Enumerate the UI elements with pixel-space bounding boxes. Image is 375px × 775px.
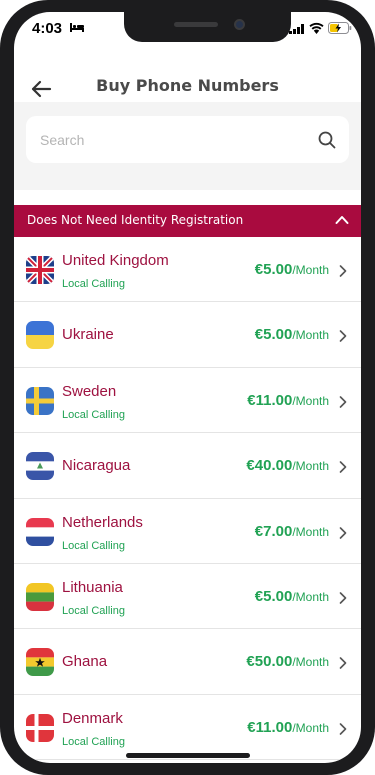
home-indicator[interactable]: [126, 753, 250, 758]
phone-frame: 4:03 Buy Phone Numbers Search Does Not N…: [0, 0, 375, 775]
chevron-up-icon[interactable]: [335, 214, 349, 226]
country-name: Ghana: [62, 653, 108, 671]
calling-type-label: Local Calling: [62, 539, 125, 552]
speaker-grille: [174, 22, 218, 27]
ghana-flag-icon: [26, 648, 54, 677]
price-amount: €50.00: [246, 653, 293, 671]
chevron-right-icon: [339, 461, 347, 473]
denmark-flag-icon: [26, 713, 54, 742]
country-row-sweden[interactable]: Sweden Local Calling €11.00/Month: [14, 368, 361, 434]
wifi-icon: [309, 22, 324, 34]
country-row-denmark[interactable]: Denmark Local Calling €11.00/Month: [14, 695, 361, 761]
country-name: Sweden: [62, 382, 117, 400]
price-unit: /Month: [292, 655, 329, 670]
price-label: €11.00/Month: [247, 392, 329, 410]
price-label: €5.00/Month: [255, 326, 329, 344]
price-amount: €5.00: [254, 326, 293, 344]
country-row-netherlands[interactable]: Netherlands Local Calling €7.00/Month: [14, 499, 361, 564]
search-icon[interactable]: [318, 131, 336, 149]
country-row-ukraine[interactable]: Ukraine €5.00/Month: [14, 302, 361, 368]
price-unit: /Month: [292, 459, 329, 474]
chevron-right-icon: [339, 526, 347, 539]
cellular-signal-icon: [289, 24, 304, 34]
country-name: Lithuania: [62, 578, 123, 596]
calling-type-label: Local Calling: [62, 735, 125, 748]
price-amount: €11.00: [247, 718, 293, 736]
price-label: €5.00/Month: [255, 588, 329, 606]
chevron-right-icon: [339, 592, 347, 604]
price-unit: /Month: [292, 720, 329, 735]
chevron-right-icon: [339, 657, 347, 670]
country-row-lithuania[interactable]: Lithuania Local Calling €5.00/Month: [14, 564, 361, 630]
netherlands-flag-icon: [26, 517, 54, 546]
chevron-right-icon: [339, 330, 347, 343]
notch: [124, 12, 291, 42]
ukraine-flag-icon: [26, 321, 54, 350]
lithuania-flag-icon: [26, 582, 54, 611]
uk-flag-icon: [26, 256, 54, 284]
price-label: €40.00/Month: [246, 457, 329, 475]
price-unit: /Month: [292, 328, 329, 343]
sleep-mode-icon: [70, 23, 84, 32]
chevron-right-icon: [339, 265, 347, 277]
battery-charging-icon: [328, 22, 352, 34]
price-amount: €5.00: [254, 261, 293, 278]
country-name: Netherlands: [62, 513, 143, 531]
country-row-united-kingdom[interactable]: United Kingdom Local Calling €5.00/Month: [14, 237, 361, 303]
price-amount: €7.00: [254, 522, 293, 540]
country-name: United Kingdom: [62, 252, 169, 269]
country-name: Denmark: [62, 709, 123, 727]
front-camera: [234, 19, 245, 30]
price-unit: /Month: [292, 263, 329, 277]
price-label: €11.00/Month: [247, 719, 329, 737]
country-name: Nicaragua: [62, 457, 131, 475]
section-header[interactable]: Does Not Need Identity Registration: [14, 205, 361, 237]
price-unit: /Month: [292, 393, 329, 408]
price-amount: €5.00: [254, 587, 293, 605]
country-list: United Kingdom Local Calling €5.00/Month…: [14, 237, 361, 761]
search-box[interactable]: [26, 116, 349, 163]
price-label: €7.00/Month: [255, 523, 329, 541]
search-area: [14, 102, 361, 190]
price-label: €5.00/Month: [255, 261, 329, 279]
chevron-right-icon: [339, 395, 347, 408]
price-amount: €40.00: [246, 457, 293, 475]
price-unit: /Month: [292, 589, 329, 604]
sweden-flag-icon: [26, 386, 54, 415]
price-amount: €11.00: [247, 391, 293, 409]
country-row-ghana[interactable]: Ghana €50.00/Month: [14, 629, 361, 695]
calling-type-label: Local Calling: [62, 604, 125, 617]
app-screen: 4:03 Buy Phone Numbers Search Does Not N…: [14, 12, 361, 763]
country-name: Ukraine: [62, 326, 114, 344]
nicaragua-flag-icon: [26, 452, 54, 481]
page-title: Buy Phone Numbers: [96, 76, 279, 95]
search-input[interactable]: [40, 116, 300, 163]
country-row-nicaragua[interactable]: Nicaragua €40.00/Month: [14, 433, 361, 499]
calling-type-label: Local Calling: [62, 408, 125, 421]
price-unit: /Month: [292, 524, 329, 539]
status-time: 4:03: [32, 20, 63, 37]
price-label: €50.00/Month: [246, 653, 329, 671]
section-title: Does Not Need Identity Registration: [27, 213, 244, 227]
chevron-right-icon: [339, 722, 347, 735]
calling-type-label: Local Calling: [62, 278, 125, 290]
